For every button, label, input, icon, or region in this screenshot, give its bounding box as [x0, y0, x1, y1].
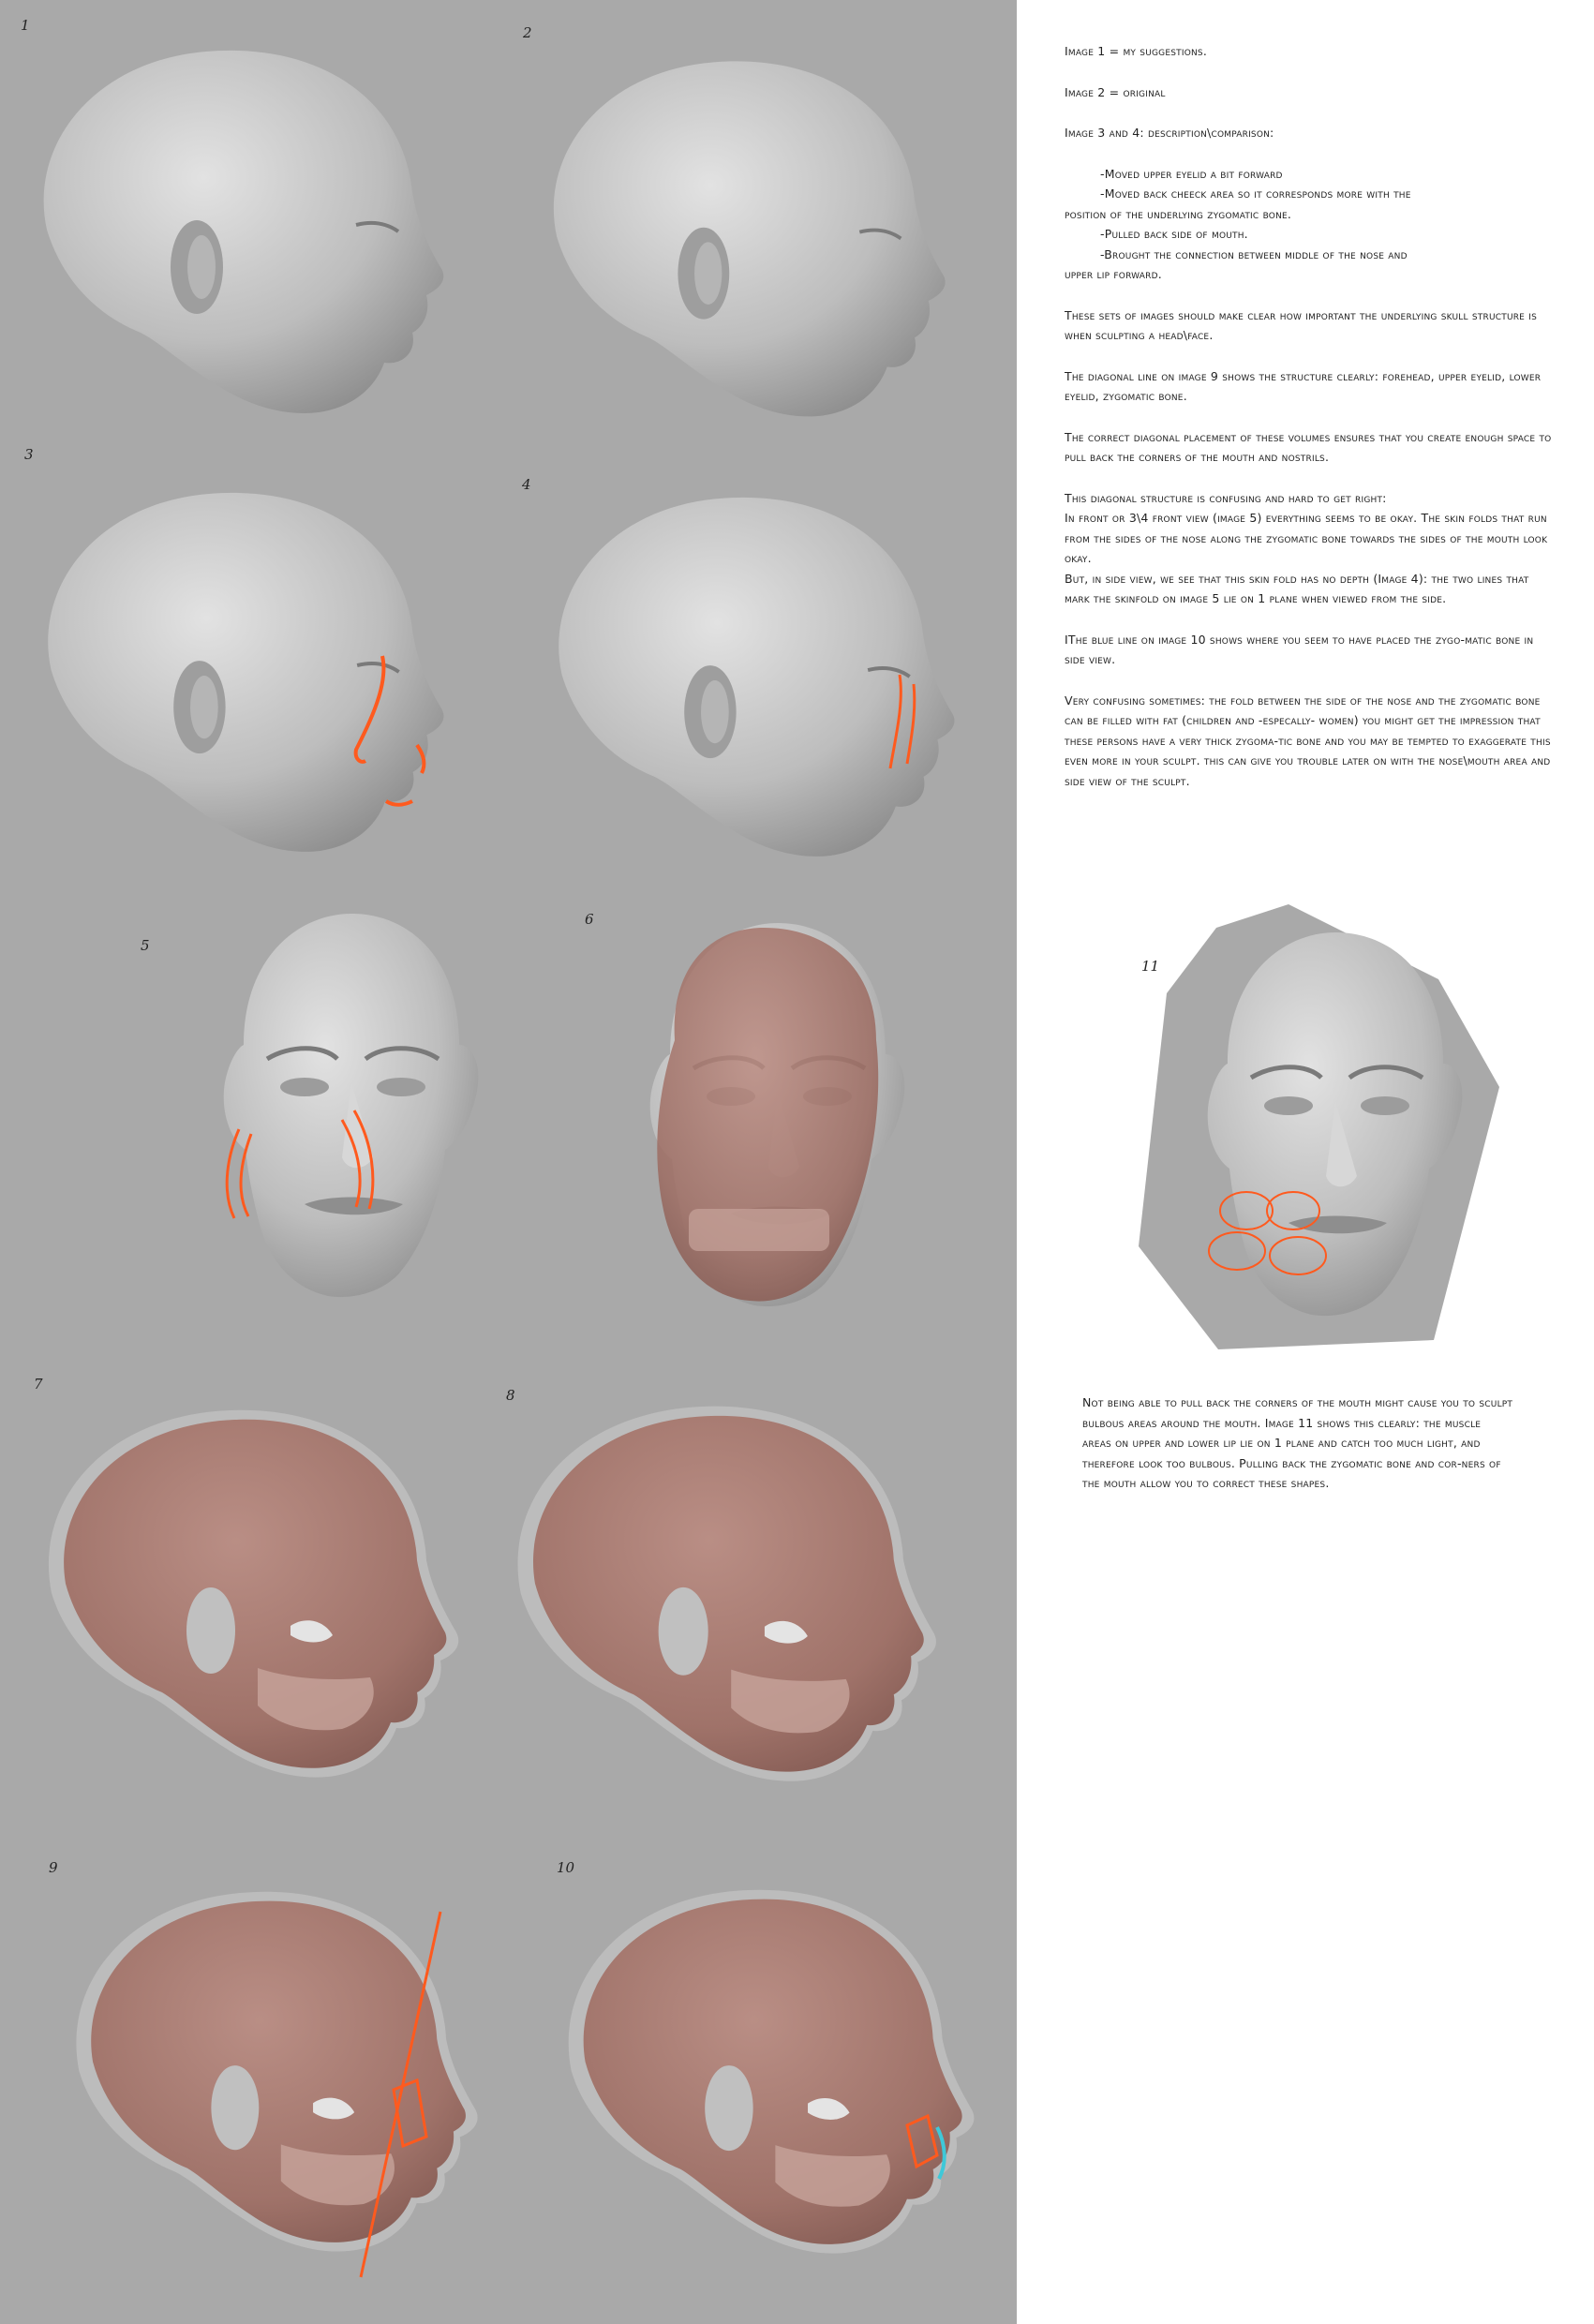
render-9-skull-overlay — [76, 1891, 478, 2252]
explanation-note-image-11: Not being able to pull back the corners … — [1082, 1393, 1513, 1494]
note-confusing-structure: This diagonal structure is confusing and… — [1065, 488, 1552, 609]
render-5-front-head — [224, 914, 479, 1297]
note-blue-line: IThe blue line on image 10 shows where y… — [1065, 632, 1534, 667]
note-skull-structure: These sets of images should make clear h… — [1065, 307, 1538, 343]
note-image-1: Image 1 = my suggestions. — [1065, 44, 1207, 58]
note-correct-placement: The correct diagonal placement of these … — [1065, 429, 1552, 465]
render-2-side-head — [551, 59, 947, 419]
change-item: upper lip forward. — [1065, 267, 1162, 281]
render-7-skull-overlay — [48, 1409, 459, 1778]
render-10-skull-overlay — [568, 1889, 975, 2254]
change-item: -Moved back cheeck area so it correspond… — [1100, 186, 1411, 201]
note-bulbous-areas: Not being able to pull back the corners … — [1082, 1395, 1513, 1490]
render-1-side-head — [41, 48, 446, 415]
confusing-line-3: But, in side view, we see that this skin… — [1065, 571, 1529, 606]
note-very-confusing: Very confusing sometimes: the fold betwe… — [1065, 693, 1551, 788]
note-changes-list: -Moved upper eyelid a bit forward -Moved… — [1065, 164, 1552, 285]
change-item: position of the underlying zygomatic bon… — [1065, 206, 1292, 221]
note-image-2: Image 2 = original — [1065, 84, 1166, 99]
render-8-skull-overlay — [517, 1406, 936, 1781]
confusing-line-1: This diagonal structure is confusing and… — [1065, 490, 1387, 505]
note-image-3-4: Image 3 and 4: description\comparison: — [1065, 126, 1274, 140]
change-item: -Pulled back side of mouth. — [1100, 227, 1248, 241]
change-item: -Brought the connection between middle o… — [1100, 246, 1408, 261]
explanation-notes: Image 1 = my suggestions. Image 2 = orig… — [1065, 41, 1552, 812]
note-diagonal-line: The diagonal line on image 9 shows the s… — [1065, 368, 1542, 404]
change-item: -Moved upper eyelid a bit forward — [1100, 166, 1283, 181]
confusing-line-2: In front or 3\4 front view (image 5) eve… — [1065, 511, 1548, 565]
render-4-side-head — [557, 495, 957, 858]
